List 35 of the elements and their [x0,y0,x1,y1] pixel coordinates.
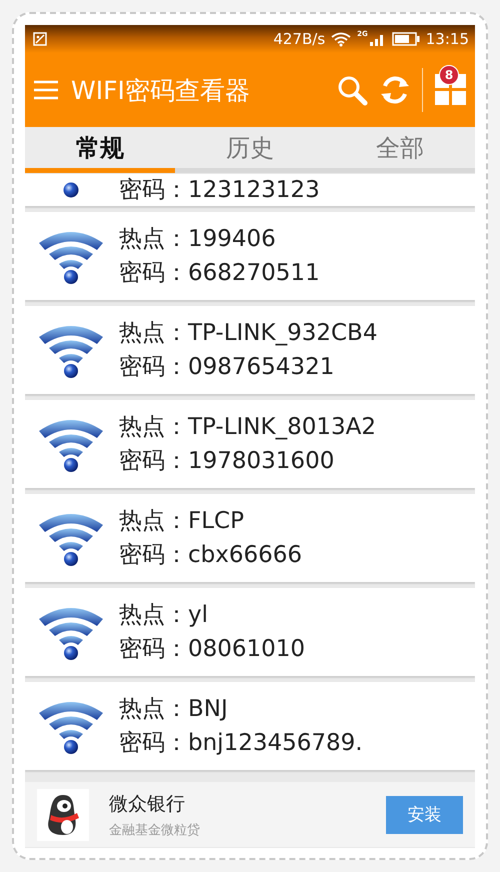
wifi-signal-icon [331,32,352,46]
network-detail: 热点：yl [119,601,210,630]
search-button[interactable] [336,74,368,106]
network-detail: 密码：bnj123456789. [119,729,363,758]
image-icon [33,32,47,46]
ball-icon [63,182,79,198]
network-detail: 热点：BNJ [119,695,229,724]
network-card[interactable]: 热点：yl 密码：08061010 [25,588,475,676]
network-card[interactable]: 热点：199406 密码：668270511 [25,212,475,300]
network-speed: 427B/s [273,30,326,48]
ad-subtitle: 金融基金微粒贷 [109,822,201,838]
penguin-logo [37,788,89,840]
battery-icon [392,32,420,46]
network-detail: 热点：199406 [119,225,277,254]
notification-badge: 8 [439,65,459,85]
network-detail: 密码：123123123 [119,176,320,205]
network-detail: 密码：08061010 [119,635,306,664]
network-detail: 热点：FLCP [119,507,245,536]
menu-button[interactable] [33,80,59,100]
network-card[interactable]: 热点：TP-LINK_8013A2 密码：1978031600 [25,400,475,488]
network-card[interactable]: 热点：TP-LINK_932CB4 密码：0987654321 [25,306,475,394]
network-detail: 热点：TP-LINK_8013A2 [119,413,376,442]
network-detail: 密码：1978031600 [119,447,336,476]
refresh-button[interactable] [380,74,410,106]
app-title: WIFI密码查看器 [71,74,250,106]
network-detail: 密码：0987654321 [119,353,336,382]
network-detail: 密码：cbx66666 [119,541,302,570]
network-detail: 热点：TP-LINK_932CB4 [119,319,378,348]
ad-title: 微众银行 [109,792,186,816]
network-detail: 密码：668270511 [119,259,320,288]
network-card[interactable]: 热点：FLCP 密码：cbx66666 [25,494,475,582]
network-card[interactable]: 热点：BNJ 密码：bnj123456789. [25,682,475,770]
clock: 13:15 [426,30,469,48]
cell-signal-icon [370,32,386,46]
network-card[interactable]: 密码：123123123 [25,174,475,206]
